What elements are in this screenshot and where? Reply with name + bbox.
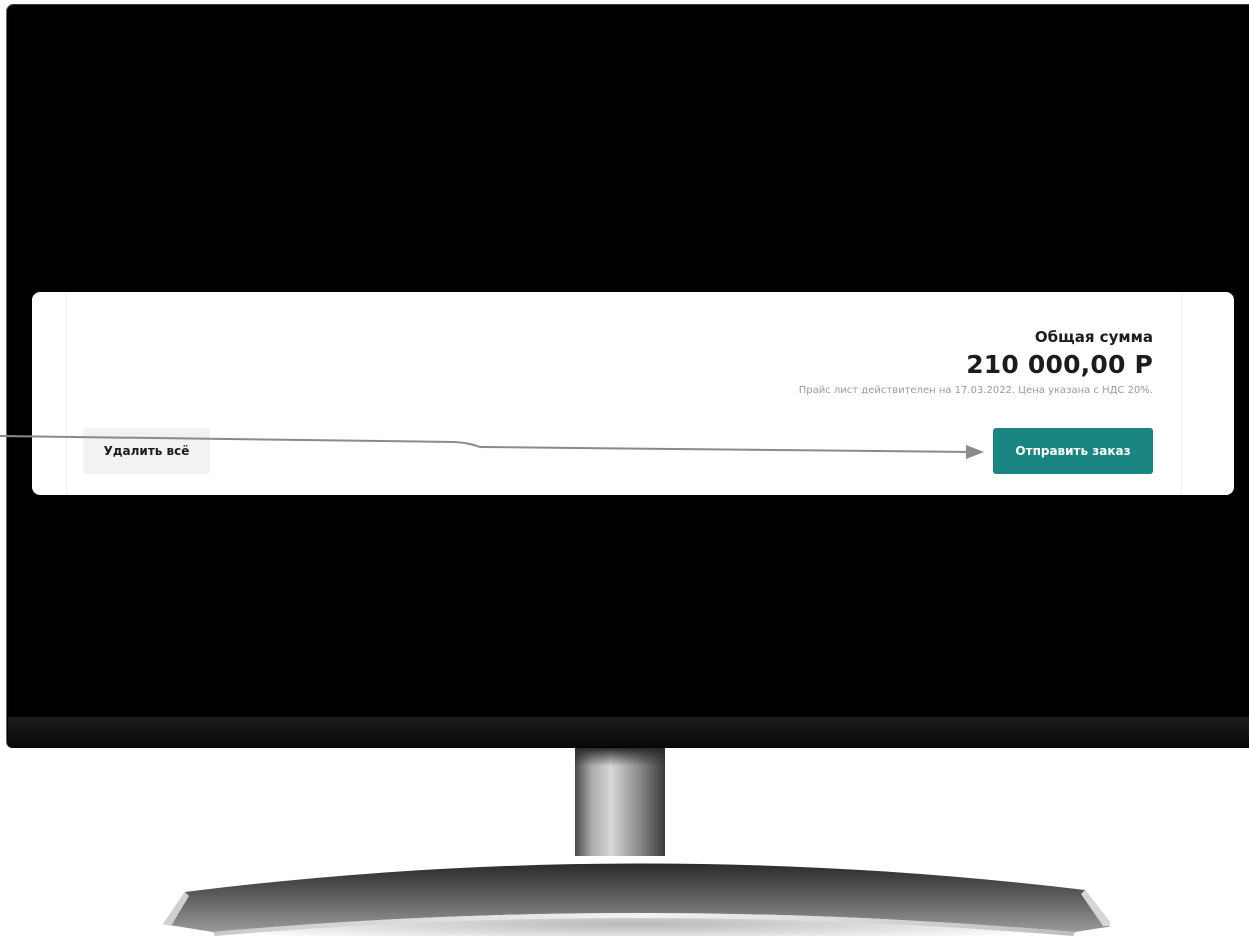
total-label: Общая сумма [1034,328,1153,346]
monitor-stand-base [163,863,1110,936]
price-list-note: Прайс лист действителен на 17.03.2022. Ц… [798,385,1153,396]
monitor-stand-shadow [575,748,665,766]
delete-all-button[interactable]: Удалить всё [83,428,210,474]
send-order-button[interactable]: Отправить заказ [993,428,1153,474]
card-divider-right [1181,292,1182,495]
order-summary-card: Общая сумма 210 000,00 Р Прайс лист дейс… [32,292,1234,495]
monitor-mockup: Общая сумма 210 000,00 Р Прайс лист дейс… [0,0,1249,936]
monitor-chin [8,717,1249,747]
total-amount: 210 000,00 Р [966,350,1153,379]
card-divider-left [66,292,67,495]
